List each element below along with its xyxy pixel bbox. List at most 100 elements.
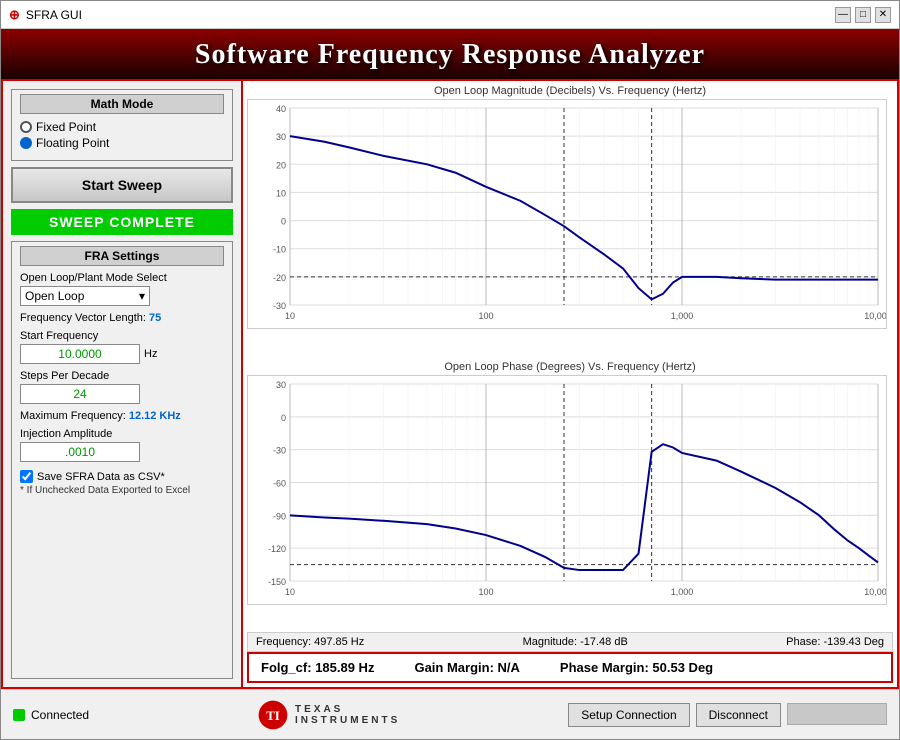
svg-text:-30: -30 [273,445,286,455]
ti-emblem-icon: TI [257,699,289,731]
max-freq-label: Maximum Frequency: 12.12 KHz [20,410,224,422]
mode-label: Open Loop/Plant Mode Select [20,272,224,284]
close-button[interactable]: ✕ [875,7,891,23]
charts-area: Open Loop Magnitude (Decibels) Vs. Frequ… [247,85,893,632]
fra-settings-title: FRA Settings [20,246,224,266]
start-freq-row: Hz [20,344,224,364]
steps-input[interactable] [20,384,140,404]
svg-text:-10: -10 [273,245,286,255]
right-panel: Open Loop Magnitude (Decibels) Vs. Frequ… [243,81,897,687]
start-freq-unit: Hz [144,348,157,360]
window-title: SFRA GUI [26,8,82,22]
status-bar: Frequency: 497.85 Hz Magnitude: -17.48 d… [247,632,893,652]
svg-text:10: 10 [285,587,295,597]
metrics-bar: Folg_cf: 185.89 Hz Gain Margin: N/A Phas… [247,652,893,683]
svg-text:1,000: 1,000 [671,311,694,321]
minimize-button[interactable]: — [835,7,851,23]
title-bar-controls: — □ ✕ [835,7,891,23]
app-icon: ⊕ [9,7,20,23]
setup-connection-button[interactable]: Setup Connection [568,703,689,727]
math-mode-box: Math Mode Fixed Point Floating Point [11,89,233,161]
phase-chart: 300-30-60-90-120-150101001,00010,000 [247,375,887,605]
magnitude-chart: 403020100-10-20-30101001,00010,000 [247,99,887,329]
mode-dropdown[interactable]: Open Loop ▾ [20,286,150,306]
svg-text:-150: -150 [268,577,286,587]
frequency-status: Frequency: 497.85 Hz [256,636,364,648]
frequency-value: 497.85 Hz [314,636,364,648]
injection-input[interactable] [20,442,140,462]
gain-margin-value: N/A [498,660,520,675]
floating-point-label: Floating Point [36,136,109,150]
magnitude-status: Magnitude: -17.48 dB [523,636,628,648]
mode-dropdown-row: Open Loop ▾ [20,286,224,306]
save-csv-row[interactable]: Save SFRA Data as CSV* [20,470,224,483]
footer-right: Setup Connection Disconnect [568,703,887,727]
folg-cf: Folg_cf: 185.89 Hz [261,660,374,675]
main-content: Math Mode Fixed Point Floating Point Sta… [1,79,899,689]
footer-progress-bar [787,703,887,725]
floating-point-radio[interactable] [20,137,32,149]
svg-text:-20: -20 [273,273,286,283]
injection-label: Injection Amplitude [20,428,224,440]
start-freq-input[interactable] [20,344,140,364]
disconnect-button[interactable]: Disconnect [696,703,781,727]
save-csv-checkbox[interactable] [20,470,33,483]
phase-chart-title: Open Loop Phase (Degrees) Vs. Frequency … [247,361,893,373]
svg-text:30: 30 [276,132,286,142]
svg-text:100: 100 [478,587,493,597]
floating-point-option[interactable]: Floating Point [20,136,224,150]
fra-settings-box: FRA Settings Open Loop/Plant Mode Select… [11,241,233,679]
svg-text:20: 20 [276,160,286,170]
fixed-point-radio[interactable] [20,121,32,133]
svg-text:0: 0 [281,217,286,227]
title-bar-left: ⊕ SFRA GUI [9,7,82,23]
freq-vector-label: Frequency Vector Length: 75 [20,312,224,324]
title-bar: ⊕ SFRA GUI — □ ✕ [1,1,899,29]
mode-value: Open Loop [25,289,84,303]
svg-text:-90: -90 [273,511,286,521]
save-csv-label: Save SFRA Data as CSV* [37,471,165,483]
svg-text:10,000: 10,000 [864,587,887,597]
main-window: ⊕ SFRA GUI — □ ✕ Software Frequency Resp… [0,0,900,740]
svg-text:-30: -30 [273,301,286,311]
svg-text:1,000: 1,000 [671,587,694,597]
connected-label: Connected [31,708,89,722]
sweep-complete-badge: SWEEP COMPLETE [11,209,233,235]
header-banner: Software Frequency Response Analyzer [1,29,899,79]
max-freq-value: 12.12 KHz [129,410,181,422]
svg-text:TI: TI [266,708,280,722]
svg-text:10,000: 10,000 [864,311,887,321]
svg-text:-120: -120 [268,544,286,554]
phase-margin-value: 50.53 Deg [652,660,713,675]
ti-logo: TI TEXAS INSTRUMENTS [257,699,400,731]
magnitude-chart-title: Open Loop Magnitude (Decibels) Vs. Frequ… [247,85,893,97]
fixed-point-label: Fixed Point [36,120,96,134]
svg-text:10: 10 [276,188,286,198]
svg-text:100: 100 [478,311,493,321]
phase-value: -139.43 Deg [823,636,884,648]
gain-margin: Gain Margin: N/A [414,660,519,675]
magnitude-value: -17.48 dB [580,636,628,648]
left-panel: Math Mode Fixed Point Floating Point Sta… [3,81,243,687]
phase-status: Phase: -139.43 Deg [786,636,884,648]
folg-cf-value: 185.89 Hz [315,660,374,675]
save-note: * If Unchecked Data Exported to Excel [20,485,224,496]
svg-text:-60: -60 [273,478,286,488]
app-title: Software Frequency Response Analyzer [195,39,705,70]
maximize-button[interactable]: □ [855,7,871,23]
math-mode-title: Math Mode [20,94,224,114]
ti-logo-top: TI TEXAS INSTRUMENTS [257,699,400,731]
start-freq-label: Start Frequency [20,330,224,342]
connected-indicator [13,709,25,721]
fixed-point-option[interactable]: Fixed Point [20,120,224,134]
svg-text:10: 10 [285,311,295,321]
phase-margin: Phase Margin: 50.53 Deg [560,660,713,675]
steps-label: Steps Per Decade [20,370,224,382]
phase-chart-container: Open Loop Phase (Degrees) Vs. Frequency … [247,361,893,633]
svg-text:30: 30 [276,380,286,390]
footer: Connected TI TEXAS INSTRUMENTS Setup Con… [1,689,899,739]
start-sweep-button[interactable]: Start Sweep [11,167,233,203]
ti-text: TEXAS INSTRUMENTS [295,704,400,726]
chevron-down-icon: ▾ [139,289,145,303]
magnitude-chart-container: Open Loop Magnitude (Decibels) Vs. Frequ… [247,85,893,357]
